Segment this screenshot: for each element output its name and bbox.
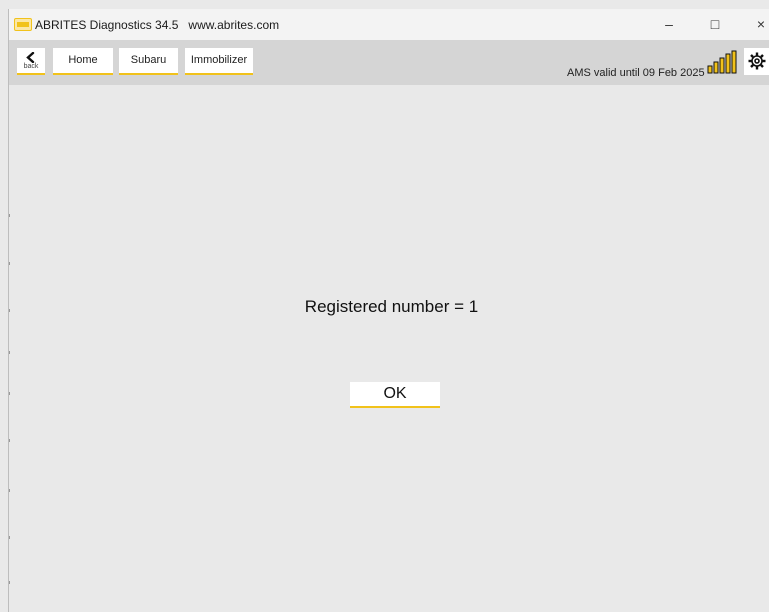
edge-tick [9,581,10,584]
gear-icon [748,52,766,70]
app-url: www.abrites.com [188,18,280,32]
edge-tick [9,262,10,265]
breadcrumb-immobilizer[interactable]: Immobilizer [185,48,253,75]
edge-tick [9,489,10,492]
app-window: ABRITES Diagnostics 34.5 www.abrites.com… [8,9,769,612]
edge-tick [9,392,10,395]
edge-tick [9,351,10,354]
result-message: Registered number = 1 [304,297,479,316]
window-title: ABRITES Diagnostics 34.5 www.abrites.com [35,18,279,32]
abrites-logo-icon [14,18,32,36]
edge-tick [9,536,10,539]
title-bar: ABRITES Diagnostics 34.5 www.abrites.com… [9,9,769,40]
app-name: ABRITES Diagnostics 34.5 [35,18,179,32]
settings-button[interactable] [744,48,769,75]
close-button[interactable]: × [738,9,769,40]
edge-tick [9,439,10,442]
edge-tick [9,214,10,217]
edge-tick [9,309,10,312]
maximize-button[interactable]: □ [692,9,738,40]
back-label: back [23,63,39,70]
signal-strength-icon [707,50,737,81]
back-button[interactable]: back [17,48,45,75]
breadcrumb-subaru[interactable]: Subaru [119,48,178,75]
breadcrumb-home[interactable]: Home [53,48,113,75]
minimize-button[interactable]: – [646,9,692,40]
navigation-toolbar: back Home Subaru Immobilizer AMS valid u… [9,40,769,85]
ok-button[interactable]: OK [350,382,440,408]
ams-status-text: AMS valid until 09 Feb 2025 [567,67,705,79]
